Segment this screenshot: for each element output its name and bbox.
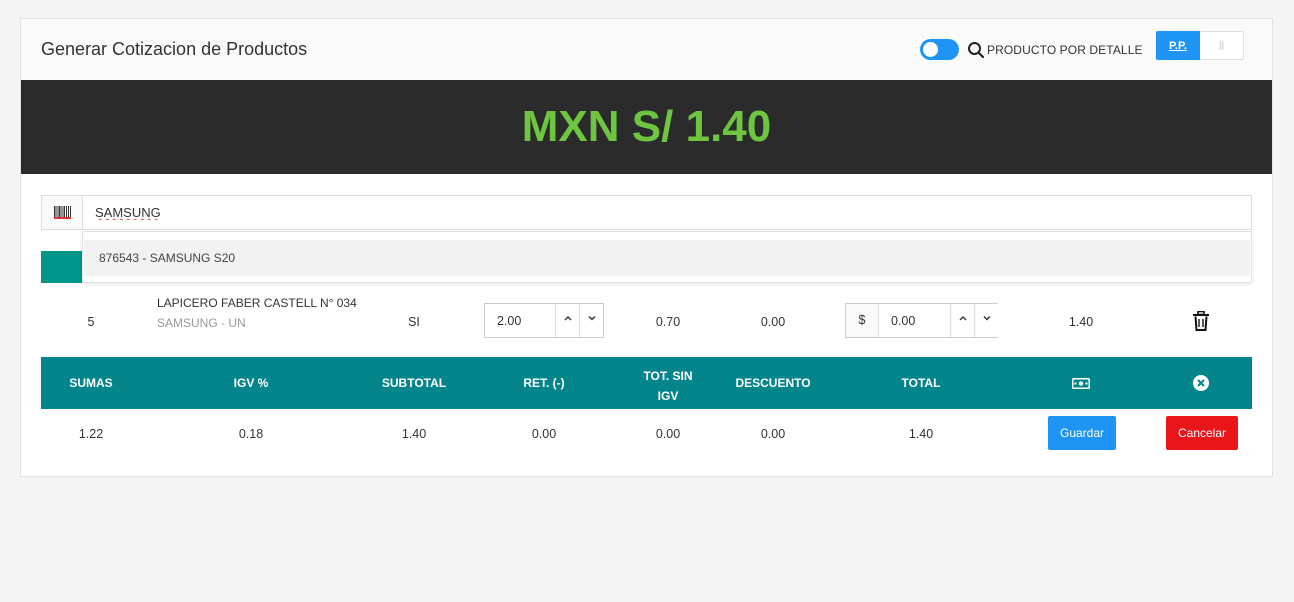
page-title: Generar Cotizacion de Productos xyxy=(41,39,308,59)
pp-button-label: P.P. xyxy=(1169,40,1187,52)
save-button[interactable]: Guardar xyxy=(1048,416,1116,450)
value-sumas: 1.22 xyxy=(78,427,104,441)
header-sumas: SUMAS xyxy=(69,376,113,390)
chevron-down-icon xyxy=(588,316,595,321)
header-igv: IGV % xyxy=(233,376,269,390)
quantity-value: 2.00 xyxy=(497,314,522,328)
header-tot-sin-igv: TOT. SIN IGV xyxy=(643,369,693,403)
product-info: LAPICERO FABER CASTELL N° 034 SAMSUNG - … xyxy=(157,293,357,333)
product-name: LAPICERO FABER CASTELL N° 034 xyxy=(157,296,357,310)
chevron-down-icon xyxy=(983,316,990,321)
header-subtotal: SUBTOTAL xyxy=(381,376,447,390)
value-tot-sin-igv: 0.00 xyxy=(655,427,681,441)
header-descuento: DESCUENTO xyxy=(735,376,811,390)
extra-up-button[interactable] xyxy=(950,304,974,337)
value-descuento: 0.00 xyxy=(760,427,786,441)
pp-button[interactable]: P.P. xyxy=(1156,31,1200,60)
barcode-icon xyxy=(54,206,71,219)
toggle-knob xyxy=(923,42,938,57)
item-total: 1.40 xyxy=(1068,315,1094,329)
item-flag: SI xyxy=(408,315,420,329)
item-discount: 0.00 xyxy=(760,315,786,329)
item-index: 5 xyxy=(87,315,95,329)
search-icon xyxy=(968,42,985,59)
extra-down-button[interactable] xyxy=(974,304,998,337)
card-header: Generar Cotizacion de Productos PRODUCTO… xyxy=(21,19,1272,81)
currency-addon: $ xyxy=(846,304,879,337)
unit-price: 0.70 xyxy=(655,315,681,329)
trash-icon[interactable] xyxy=(1192,311,1210,331)
search-input[interactable] xyxy=(83,196,1251,229)
total-banner: MXN S/ 1.40 xyxy=(21,80,1272,174)
barcode-addon xyxy=(42,196,83,229)
money-icon xyxy=(1072,378,1090,389)
banner-total-amount: MXN S/ 1.40 xyxy=(521,102,772,151)
product-sub: SAMSUNG - UN xyxy=(157,316,246,330)
value-retencion: 0.00 xyxy=(531,427,557,441)
cancel-button[interactable]: Cancelar xyxy=(1166,416,1238,450)
totals-header: SUMAS IGV % SUBTOTAL RET. (-) TOT. SIN I… xyxy=(41,357,1252,409)
detail-toggle[interactable] xyxy=(920,39,959,60)
autocomplete-dropdown: 876543 - SAMSUNG S20 xyxy=(82,231,1252,283)
quantity-down-button[interactable] xyxy=(579,304,603,337)
chevron-up-icon xyxy=(564,316,571,321)
chevron-up-icon xyxy=(959,316,966,321)
extra-stepper[interactable]: $ 0.00 xyxy=(845,303,998,338)
value-total: 1.40 xyxy=(908,427,934,441)
detail-label: PRODUCTO POR DETALLE xyxy=(987,43,1143,57)
extra-value: 0.00 xyxy=(891,314,916,328)
table-header-strip xyxy=(41,251,83,283)
quote-card: Generar Cotizacion de Productos PRODUCTO… xyxy=(20,18,1273,477)
alt-toggle-button[interactable]: || xyxy=(1200,31,1244,60)
header-total: TOTAL xyxy=(901,376,941,390)
header-retencion: RET. (-) xyxy=(523,376,565,390)
quantity-up-button[interactable] xyxy=(555,304,579,337)
quantity-stepper[interactable]: 2.00 xyxy=(484,303,604,338)
value-igv: 0.18 xyxy=(238,427,264,441)
product-search xyxy=(41,195,1252,230)
close-circle-icon xyxy=(1193,375,1209,391)
value-subtotal: 1.40 xyxy=(401,427,427,441)
dropdown-item[interactable]: 876543 - SAMSUNG S20 xyxy=(84,240,1250,276)
